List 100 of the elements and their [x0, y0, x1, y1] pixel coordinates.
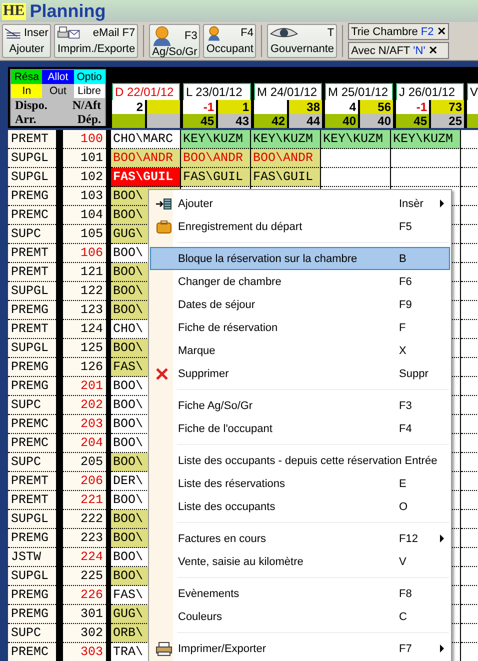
- submenu-arrow-icon: [438, 644, 446, 653]
- room-type-cell: PREMC: [8, 434, 56, 453]
- arrivals-cell: 45: [183, 114, 216, 128]
- room-number-cell: 222: [63, 510, 106, 529]
- room-number-cell: 123: [63, 301, 106, 320]
- legend-header: Arr. Dép.: [11, 112, 105, 126]
- toolbar-button[interactable]: Inser Ajouter: [2, 24, 52, 58]
- app-logo: HE: [2, 2, 26, 20]
- room-type-cell: PREMG: [8, 187, 56, 206]
- legend-item: Allot: [42, 70, 74, 84]
- submenu-arrow-icon: [438, 534, 446, 543]
- insert-row-icon: [156, 198, 172, 209]
- date-header: M 25/01/12: [325, 83, 393, 100]
- not-assigned-cell: [147, 100, 180, 114]
- room-type-cell: PREMG: [8, 586, 56, 605]
- room-number-cell: 201: [63, 377, 106, 396]
- booking-cell[interactable]: KEY\KUZM: [181, 130, 251, 149]
- printer-envelope-icon: [57, 26, 82, 40]
- booking-cell[interactable]: BOO\ANDR: [111, 149, 181, 168]
- room-number-cell: 301: [63, 605, 106, 624]
- room-type-cell: SUPGL: [8, 510, 56, 529]
- person-icon: [206, 26, 222, 41]
- room-number-cell: 302: [63, 624, 106, 643]
- departures-cell: [147, 114, 180, 128]
- briefcase-icon: [156, 220, 172, 234]
- menu-item[interactable]: Bloque la réservation sur la chambre B: [150, 247, 450, 270]
- room-number-cell: 121: [63, 263, 106, 282]
- date-header: V: [467, 83, 478, 100]
- booking-cell[interactable]: FAS\GUIL: [251, 168, 321, 187]
- room-number-cell: 205: [63, 453, 106, 472]
- window-title: Planning: [30, 0, 106, 22]
- booking-cell[interactable]: FAS\GUIL: [181, 168, 251, 187]
- departures-cell: 40: [360, 114, 393, 128]
- room-type-cell: SUPGL: [8, 567, 56, 586]
- filter-toggle[interactable]: Trie Chambre F2 ✕: [348, 23, 449, 40]
- room-number-cell: 126: [63, 358, 106, 377]
- filter-toggle[interactable]: Avec N/AFT 'N' ✕: [348, 42, 449, 59]
- room-number-cell: 203: [63, 415, 106, 434]
- room-number-cell: 223: [63, 529, 106, 548]
- room-type-cell: PREMC: [8, 415, 56, 434]
- room-number-cell: 303: [63, 643, 106, 661]
- toolbar-button[interactable]: T Gouvernante: [267, 24, 338, 58]
- room-type-cell: PREMC: [8, 206, 56, 225]
- room-type-cell: PREMT: [8, 472, 56, 491]
- room-number-cell: 125: [63, 339, 106, 358]
- availability-cell: -1: [183, 100, 216, 114]
- list-insert-icon: [5, 26, 22, 40]
- not-assigned-cell: 1: [218, 100, 251, 114]
- not-assigned-cell: 38: [289, 100, 322, 114]
- legend-item: Out: [42, 84, 74, 98]
- legend-item: Résa: [11, 70, 42, 84]
- room-type-cell: PREMT: [8, 320, 56, 339]
- booking-cell[interactable]: KEY\KUZM: [321, 130, 391, 149]
- booking-cell[interactable]: BOO\ANDR: [181, 149, 251, 168]
- room-type-cell: PREMT: [8, 263, 56, 282]
- toolbar-button[interactable]: F4 Occupant: [203, 24, 256, 58]
- availability-cell: -1: [396, 100, 429, 114]
- room-number-cell: 102: [63, 168, 106, 187]
- legend-item: In: [11, 84, 42, 98]
- person-icon: [152, 26, 172, 46]
- availability-cell: [254, 100, 287, 114]
- booking-cell[interactable]: CHO\MARC: [111, 130, 181, 149]
- room-type-cell: SUPGL: [8, 339, 56, 358]
- booking-cell[interactable]: BOO\ANDR: [251, 149, 321, 168]
- room-number-cell: 221: [63, 491, 106, 510]
- eye-icon: [270, 26, 298, 40]
- departures-cell: 25: [431, 114, 464, 128]
- room-type-cell: PREMG: [8, 529, 56, 548]
- printer-icon: [156, 642, 172, 656]
- room-number-cell: 104: [63, 206, 106, 225]
- submenu-arrow-icon: [438, 199, 446, 208]
- delete-icon: [156, 368, 168, 380]
- legend-header: Dispo. N/Aft: [11, 98, 105, 112]
- room-number-cell: 225: [63, 567, 106, 586]
- arrivals-cell: 45: [396, 114, 429, 128]
- booking-cell[interactable]: FAS\GUIL: [111, 168, 181, 187]
- room-type-cell: SUPC: [8, 624, 56, 643]
- availability-cell: 4: [325, 100, 358, 114]
- toolbar-button[interactable]: F3 Ag/So/Gr: [149, 24, 200, 58]
- date-header: M 24/01/12: [254, 83, 322, 100]
- legend-item: Optio: [74, 70, 105, 84]
- booking-cell[interactable]: KEY\KUZM: [251, 130, 321, 149]
- room-number-cell: 103: [63, 187, 106, 206]
- room-number-cell: 204: [63, 434, 106, 453]
- room-number-cell: 226: [63, 586, 106, 605]
- room-number-cell: 106: [63, 244, 106, 263]
- date-header: J 26/01/12: [396, 83, 464, 100]
- toolbar-button[interactable]: eMail F7 Imprim./Exporte: [54, 24, 138, 58]
- room-type-cell: SUPGL: [8, 282, 56, 301]
- arrivals-cell: [112, 114, 145, 128]
- booking-cell[interactable]: KEY\KUZM: [391, 130, 461, 149]
- room-type-cell: PREMG: [8, 301, 56, 320]
- room-number-cell: 122: [63, 282, 106, 301]
- arrivals-cell: 42: [254, 114, 287, 128]
- room-type-cell: PREMT: [8, 130, 56, 149]
- room-type-cell: PREMG: [8, 377, 56, 396]
- room-type-cell: SUPC: [8, 225, 56, 244]
- not-assigned-cell: 56: [360, 100, 393, 114]
- room-type-cell: PREMT: [8, 491, 56, 510]
- room-type-cell: PREMC: [8, 643, 56, 661]
